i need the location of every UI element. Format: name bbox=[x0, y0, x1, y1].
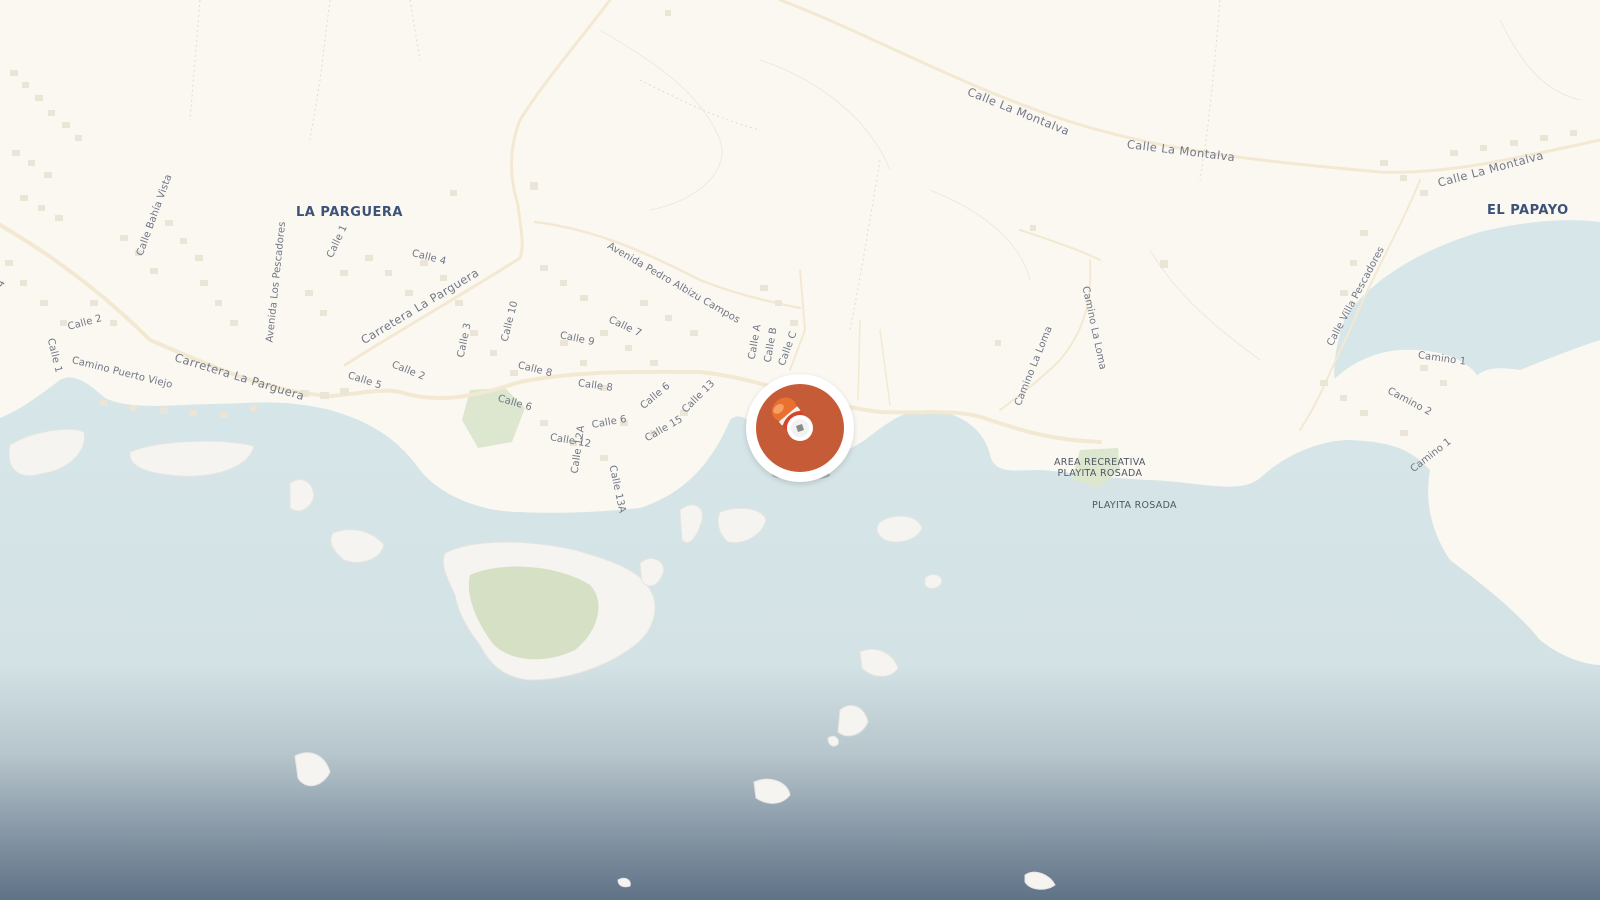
bobber-pin-icon bbox=[771, 397, 813, 441]
place-label-la-parguera: LA PARGUERA bbox=[296, 205, 403, 220]
poi-label-playita-rosada: PLAYITA ROSADA bbox=[1092, 500, 1177, 511]
poi-label-line: PLAYITA ROSADA bbox=[1057, 468, 1143, 479]
map-canvas[interactable]: LA PARGUERA EL PAPAYO AREA RECREATIVA PL… bbox=[0, 0, 1600, 900]
location-marker[interactable] bbox=[746, 374, 854, 482]
poi-label-line: AREA RECREATIVA bbox=[1054, 457, 1146, 468]
poi-label-area-recreativa: AREA RECREATIVA PLAYITA ROSADA bbox=[1054, 457, 1146, 479]
place-label-el-papayo: EL PAPAYO bbox=[1487, 203, 1569, 218]
